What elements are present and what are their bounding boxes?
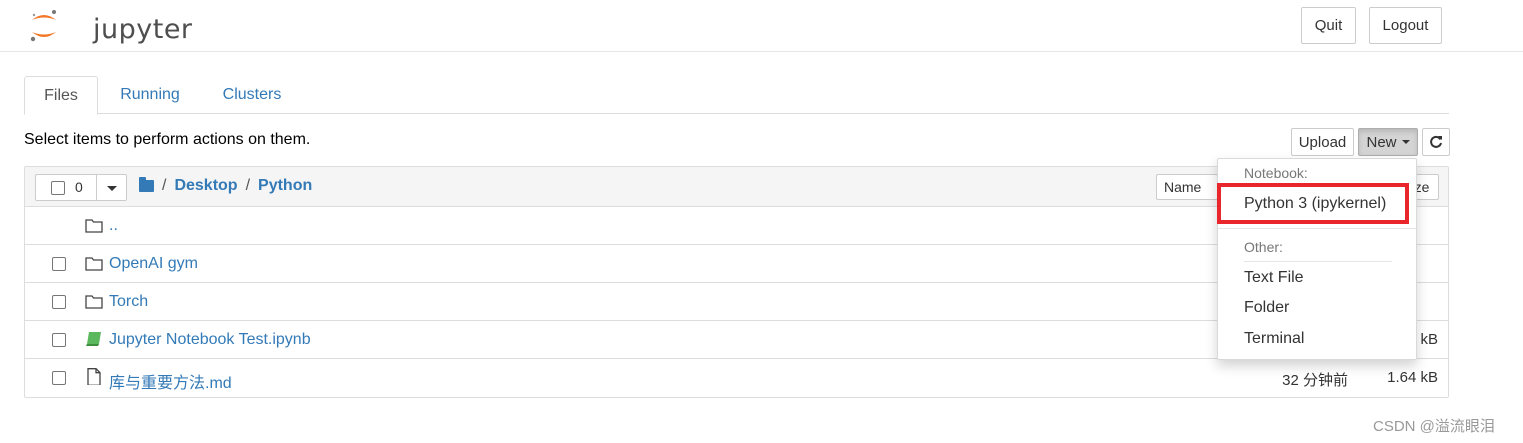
item-name[interactable]: 库与重要方法.md <box>109 369 232 393</box>
tab-bar: Files Running Clusters <box>24 76 1449 115</box>
item-size: kB <box>1420 331 1438 348</box>
quit-button[interactable]: Quit <box>1301 7 1356 44</box>
item-name[interactable]: Torch <box>109 293 148 311</box>
item-name[interactable]: Jupyter Notebook Test.ipynb <box>109 331 311 349</box>
folder-icon[interactable] <box>139 177 154 192</box>
tab-files[interactable]: Files <box>24 76 98 115</box>
item-checkbox[interactable] <box>52 257 66 271</box>
sort-by-name-button[interactable]: Name <box>1156 174 1218 200</box>
file-icon <box>87 368 101 385</box>
tab-running[interactable]: Running <box>104 76 196 114</box>
breadcrumb-item-python[interactable]: Python <box>258 177 312 195</box>
item-modified: 32 分钟前 <box>1282 372 1348 389</box>
chevron-down-icon[interactable] <box>107 186 117 191</box>
list-item[interactable]: 库与重要方法.md 32 分钟前 1.64 kB <box>25 359 1448 397</box>
select-all-control[interactable]: 0 <box>35 174 127 201</box>
selected-count: 0 <box>75 179 83 195</box>
item-checkbox[interactable] <box>52 295 66 309</box>
menu-header-notebook: Notebook: <box>1244 165 1308 181</box>
menu-item-folder[interactable]: Folder <box>1244 299 1289 317</box>
new-button-label: New <box>1366 133 1397 151</box>
tab-clusters[interactable]: Clusters <box>212 76 292 114</box>
menu-item-text-file[interactable]: Text File <box>1244 269 1304 287</box>
breadcrumb-item-desktop[interactable]: Desktop <box>174 177 237 195</box>
divider <box>96 175 97 200</box>
header-bar: jupyter Quit Logout <box>0 0 1523 52</box>
folder-icon <box>85 219 103 233</box>
caret-down-icon <box>1401 140 1410 144</box>
notebook-icon <box>86 332 101 346</box>
breadcrumb-separator: / <box>245 177 251 194</box>
refresh-button[interactable] <box>1422 128 1450 156</box>
item-name[interactable]: OpenAI gym <box>109 255 198 273</box>
logout-button[interactable]: Logout <box>1369 7 1442 44</box>
upload-button[interactable]: Upload <box>1291 128 1354 156</box>
folder-icon <box>85 257 103 271</box>
menu-item-python3[interactable]: Python 3 (ipykernel) <box>1244 195 1386 213</box>
menu-divider <box>1218 228 1416 229</box>
menu-item-terminal[interactable]: Terminal <box>1244 330 1304 348</box>
item-name[interactable]: .. <box>109 217 118 235</box>
breadcrumb-separator: / <box>162 177 167 194</box>
item-checkbox[interactable] <box>52 333 66 347</box>
jupyter-logo-icon <box>30 10 56 42</box>
logo-text: jupyter <box>93 14 193 45</box>
watermark-text: CSDN @溢流眼泪 <box>1373 418 1495 435</box>
breadcrumb: / Desktop / Python <box>139 177 312 195</box>
sort-name-label: Name <box>1164 179 1202 195</box>
folder-icon <box>85 295 103 309</box>
select-all-checkbox[interactable] <box>51 181 65 195</box>
item-checkbox[interactable] <box>52 371 66 385</box>
instructions-text: Select items to perform actions on them. <box>24 131 311 148</box>
menu-header-other: Other: <box>1244 239 1283 255</box>
jupyter-logo[interactable]: jupyter <box>29 8 192 45</box>
new-button[interactable]: New <box>1358 128 1418 156</box>
refresh-icon <box>1430 135 1442 148</box>
menu-divider <box>1244 261 1392 262</box>
item-size: 1.64 kB <box>1387 369 1438 386</box>
new-dropdown-menu: Notebook: Python 3 (ipykernel) Other: Te… <box>1217 158 1417 360</box>
